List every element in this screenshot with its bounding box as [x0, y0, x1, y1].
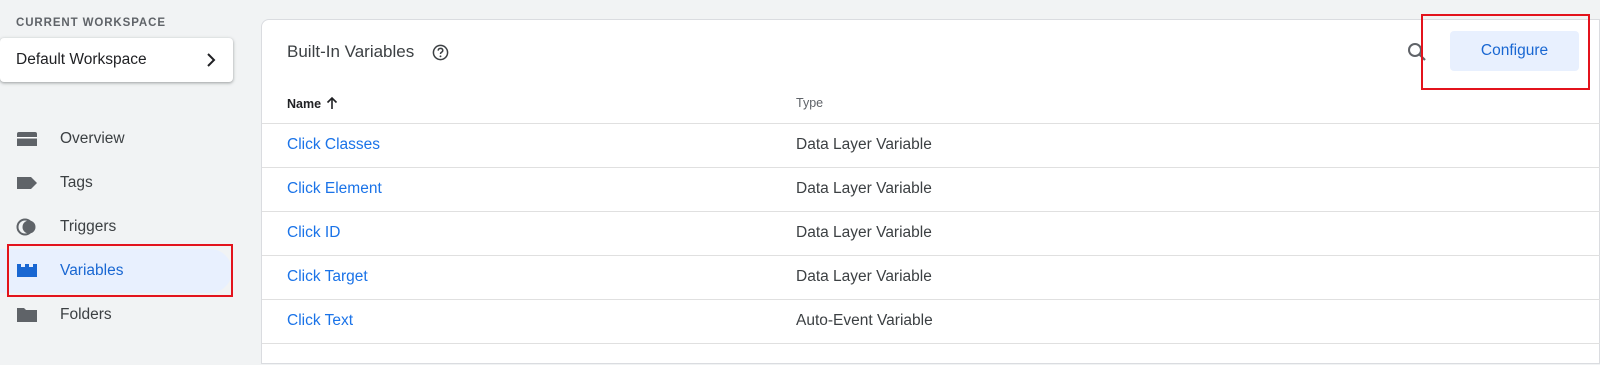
table-row: Click Classes Data Layer Variable	[262, 123, 1600, 167]
workspace-name: Default Workspace	[16, 51, 147, 68]
folder-icon	[17, 308, 37, 322]
sidebar: CURRENT WORKSPACE Default Workspace Over…	[0, 0, 240, 352]
variable-type: Auto-Event Variable	[796, 312, 933, 329]
sidebar-item-folders[interactable]: Folders	[0, 293, 232, 337]
table-row: Click Element Data Layer Variable	[262, 167, 1600, 211]
sidebar-item-overview[interactable]: Overview	[0, 117, 232, 161]
workspace-label: CURRENT WORKSPACE	[16, 17, 166, 29]
trigger-icon	[16, 218, 36, 236]
sidebar-item-triggers[interactable]: Triggers	[0, 205, 232, 249]
column-header-name-label: Name	[287, 97, 322, 111]
sidebar-item-tags[interactable]: Tags	[0, 161, 232, 205]
table-row: Click Target Data Layer Variable	[262, 255, 1600, 299]
column-header-name[interactable]: Name	[287, 96, 339, 111]
variables-icon	[17, 264, 37, 277]
tag-icon	[17, 177, 37, 189]
search-icon[interactable]	[1405, 40, 1429, 64]
table-row: Click Text Auto-Event Variable	[262, 299, 1600, 343]
table-row: Click ID Data Layer Variable	[262, 211, 1600, 255]
workspace-selector[interactable]: Default Workspace	[0, 38, 233, 82]
sidebar-item-label: Variables	[60, 262, 124, 279]
card-title: Built-In Variables	[287, 42, 415, 61]
built-in-variables-card: Built-In Variables Configure Name Type C…	[261, 19, 1600, 364]
variable-name-link[interactable]: Click Target	[287, 268, 368, 286]
sidebar-item-label: Folders	[60, 306, 112, 323]
variable-name-link[interactable]: Click Classes	[287, 136, 380, 154]
variable-type: Data Layer Variable	[796, 180, 932, 197]
variable-type: Data Layer Variable	[796, 136, 932, 153]
chevron-right-icon	[207, 53, 216, 67]
variable-name-link[interactable]: Click ID	[287, 224, 340, 242]
configure-button[interactable]: Configure	[1450, 31, 1579, 71]
variable-name-link[interactable]: Click Text	[287, 312, 353, 330]
table-row-divider	[262, 343, 1600, 365]
column-header-type: Type	[796, 96, 824, 110]
overview-icon	[17, 132, 37, 146]
variable-type: Data Layer Variable	[796, 268, 932, 285]
sidebar-item-variables[interactable]: Variables	[0, 249, 232, 293]
variable-type: Data Layer Variable	[796, 224, 932, 241]
variable-name-link[interactable]: Click Element	[287, 180, 382, 198]
help-icon[interactable]	[432, 44, 449, 61]
sidebar-item-label: Tags	[60, 174, 93, 191]
sidebar-item-label: Triggers	[60, 218, 117, 235]
sidebar-item-label: Overview	[60, 130, 125, 147]
arrow-up-icon	[326, 96, 338, 109]
